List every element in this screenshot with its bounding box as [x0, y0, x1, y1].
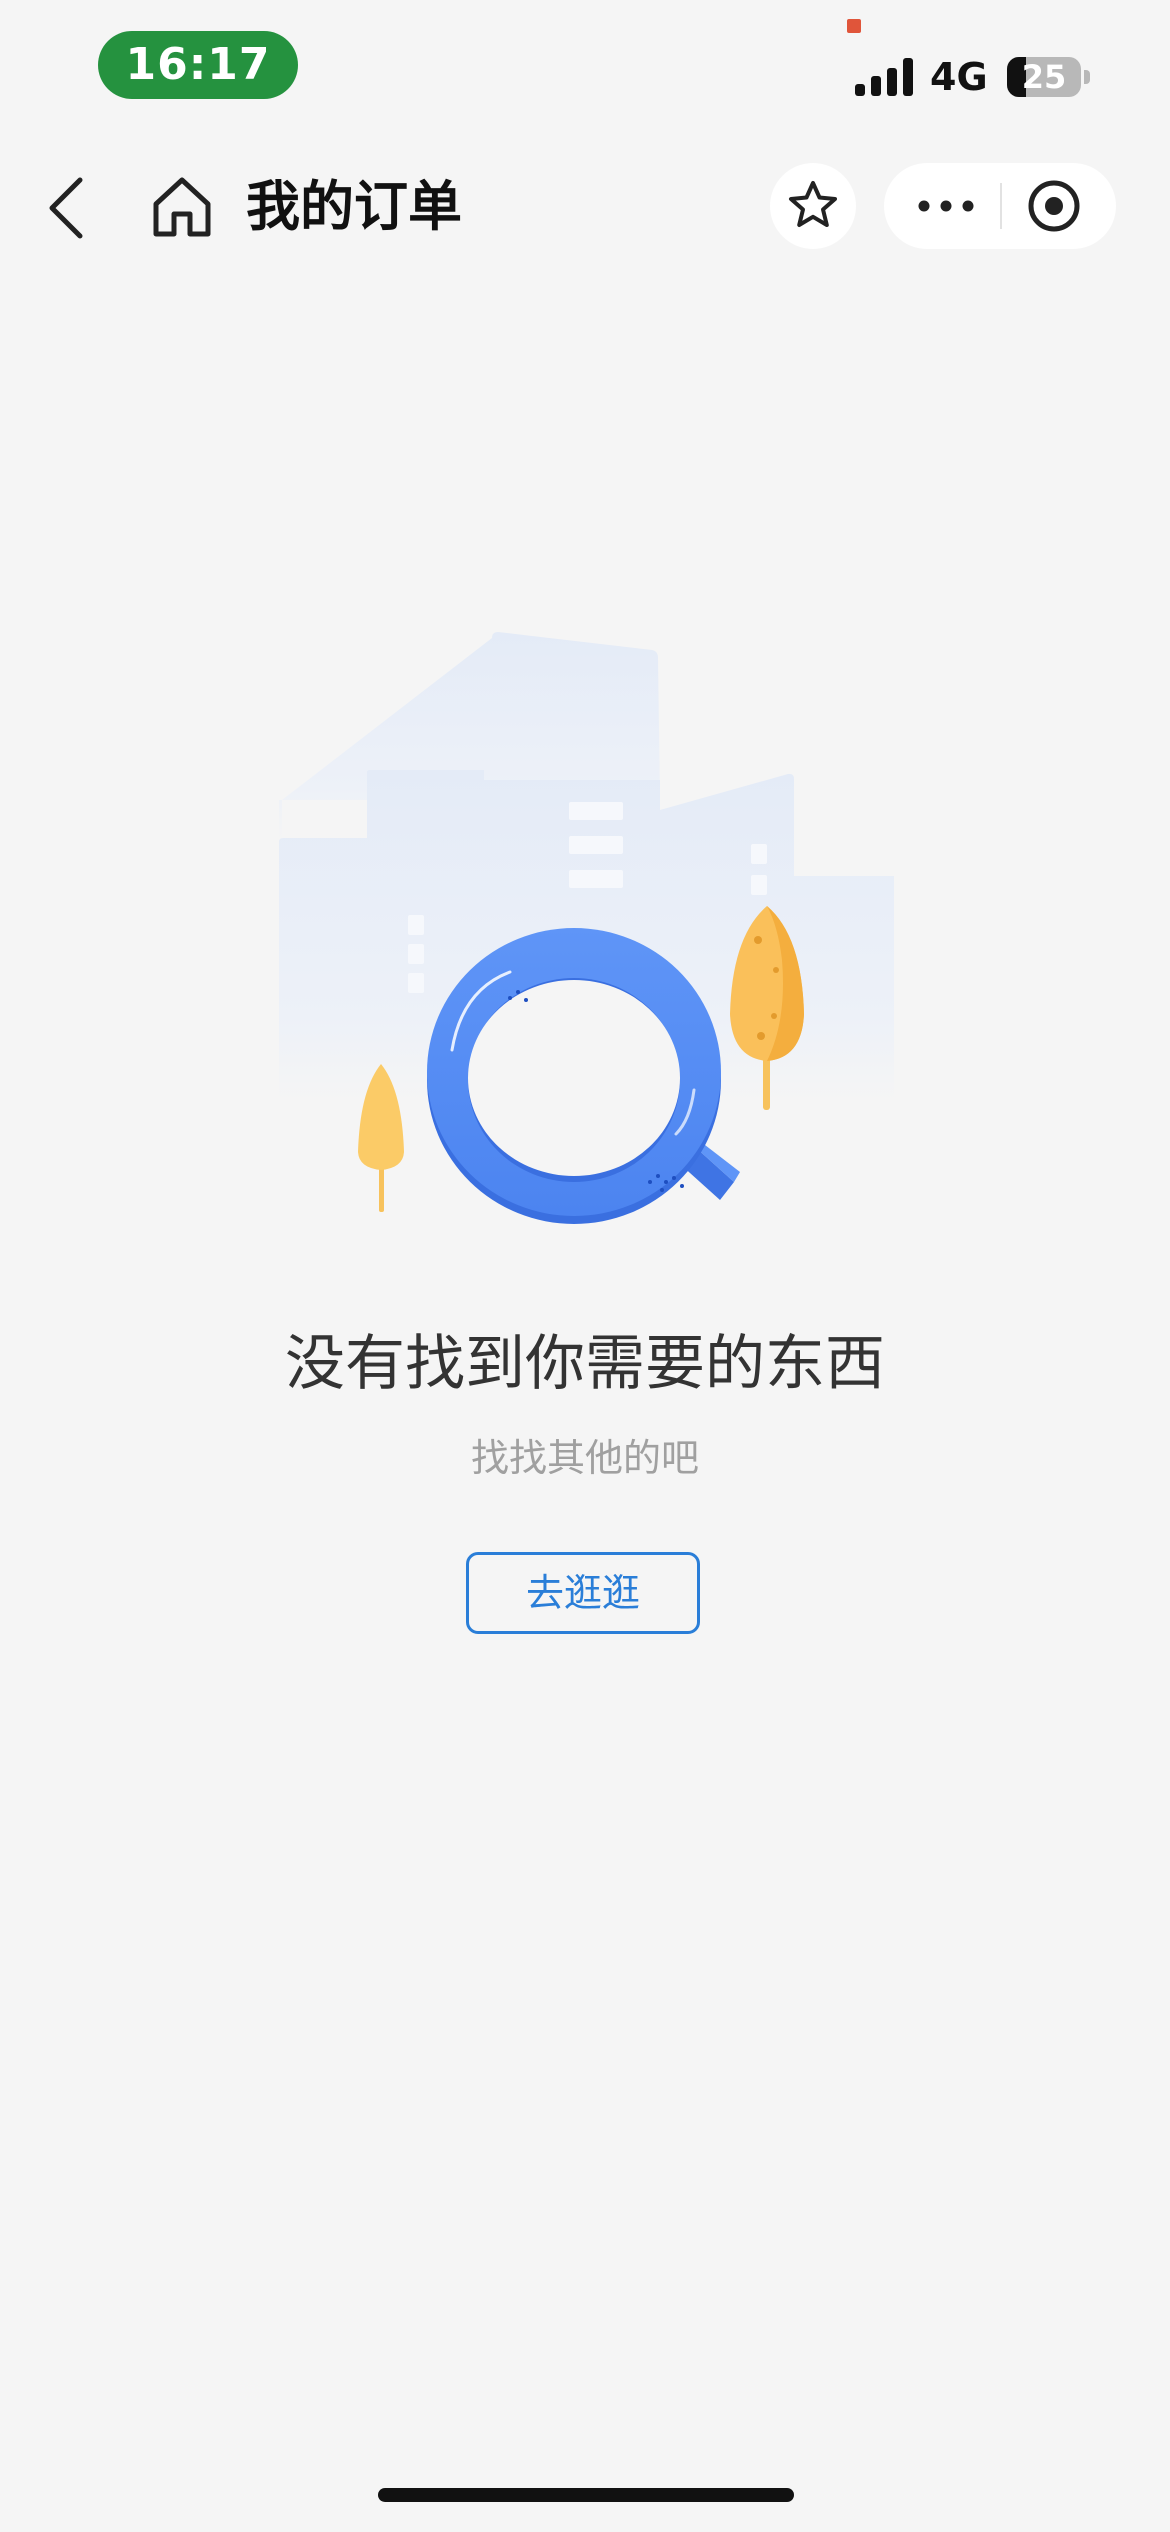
- page-title: 我的订单: [246, 175, 462, 238]
- miniapp-capsule: [884, 163, 1116, 249]
- empty-state-title: 没有找到你需要的东西: [285, 1329, 885, 1399]
- status-time: 16:17: [98, 31, 298, 99]
- star-icon: [789, 181, 837, 227]
- more-button[interactable]: [914, 163, 978, 249]
- home-button[interactable]: [148, 170, 216, 242]
- recording-indicator: [847, 19, 861, 33]
- home-icon: [153, 177, 211, 237]
- chevron-left-icon: [49, 177, 83, 239]
- browse-button[interactable]: 去逛逛: [466, 1552, 700, 1634]
- magnifier-search-icon: [279, 632, 894, 1224]
- target-circle-icon: [1028, 180, 1080, 232]
- battery-level: 25: [1021, 58, 1067, 96]
- network-type: 4G: [930, 55, 988, 99]
- more-dots-icon: [918, 200, 974, 212]
- close-miniapp-button[interactable]: [1026, 178, 1082, 234]
- page: 16:17 4G 25 我的订单 没有找到你需要的东西 找找其他的吧 去逛逛: [0, 0, 1170, 2532]
- back-button[interactable]: [38, 168, 98, 248]
- battery-cap: [1084, 70, 1090, 84]
- capsule-divider: [1000, 183, 1002, 229]
- favorite-button[interactable]: [770, 163, 856, 249]
- home-indicator[interactable]: [378, 2488, 794, 2502]
- signal-icon: [855, 58, 915, 96]
- battery-icon: 25: [1007, 57, 1081, 97]
- empty-state-subtitle: 找找其他的吧: [470, 1436, 699, 1480]
